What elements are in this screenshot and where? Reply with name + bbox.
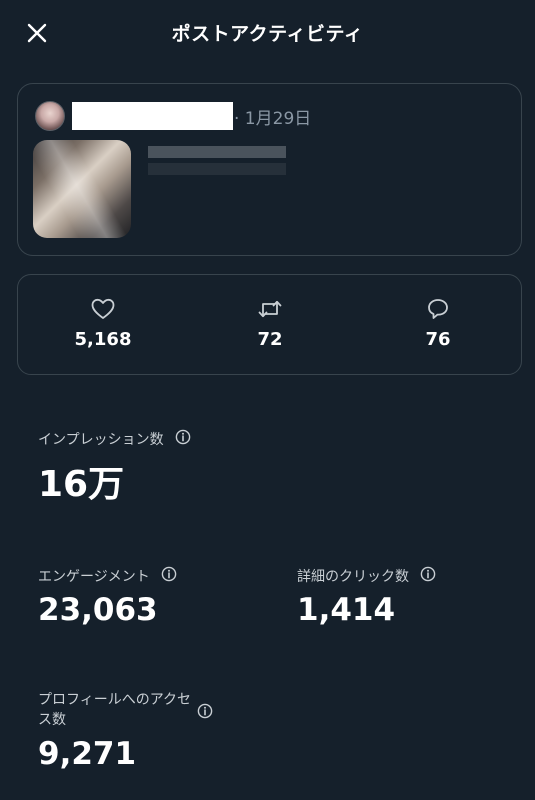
page-title: ポストアクティビティ [171, 23, 364, 45]
info-icon[interactable] [175, 429, 191, 449]
replies-stat[interactable]: 76 [388, 297, 488, 350]
heart-icon [91, 298, 115, 319]
impressions-value: 16万 [38, 463, 125, 505]
post-media-thumbnail[interactable] [33, 140, 131, 238]
replies-count: 76 [425, 329, 451, 350]
top-bar: ポストアクティビティ [0, 0, 535, 64]
info-icon[interactable] [420, 566, 436, 586]
impressions-metric: インプレッション数 16万 [38, 428, 191, 507]
engagements-metric: エンゲージメント 23,063 [38, 565, 177, 628]
profile-visits-label-continued: ス数 [38, 712, 66, 728]
profile-visits-value: 9,271 [38, 736, 137, 772]
reposts-stat[interactable]: 72 [220, 297, 320, 350]
detail-clicks-value: 1,414 [297, 591, 396, 628]
profile-visits-metric: プロフィールへのアクセ ス数 9,271 [38, 690, 213, 772]
engagements-label: エンゲージメント [38, 568, 150, 585]
likes-count: 5,168 [74, 329, 132, 350]
impressions-label: インプレッション数 [38, 431, 164, 448]
info-icon[interactable] [197, 703, 213, 723]
engagement-summary: 5,168 72 76 [17, 274, 522, 375]
post-date: · 1月29日 [234, 109, 312, 129]
author-name-redacted [72, 102, 233, 130]
post-text-blurred [148, 146, 286, 158]
info-icon[interactable] [161, 566, 177, 586]
profile-visits-label: プロフィールへのアクセ [38, 692, 192, 708]
likes-stat[interactable]: 5,168 [53, 297, 153, 350]
detail-clicks-label: 詳細のクリック数 [297, 568, 409, 585]
post-preview-card[interactable]: · 1月29日 [17, 83, 522, 256]
post-text-blurred [148, 163, 286, 175]
engagements-value: 23,063 [38, 591, 158, 628]
detail-clicks-metric: 詳細のクリック数 1,414 [297, 565, 436, 628]
reply-icon [428, 299, 448, 319]
repost-icon [258, 300, 282, 318]
reposts-count: 72 [257, 329, 283, 350]
avatar[interactable] [35, 101, 65, 131]
